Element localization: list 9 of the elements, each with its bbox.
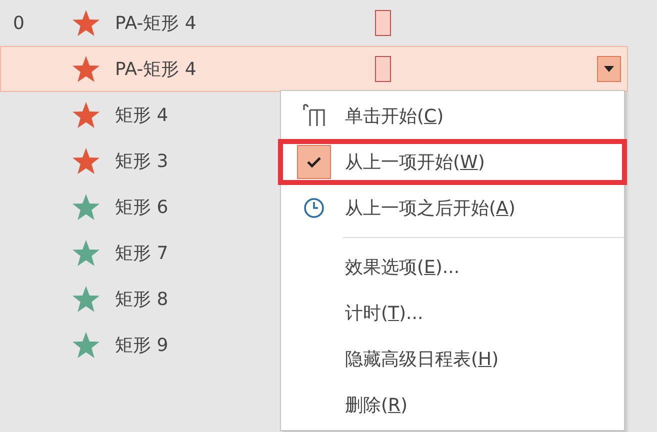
effect-name: 矩形 9 (115, 334, 168, 357)
effect-number: 0 (12, 12, 26, 34)
effect-name: 矩形 4 (115, 104, 168, 127)
effect-name: 矩形 8 (115, 288, 168, 311)
effect-name: 矩形 7 (115, 242, 168, 265)
effect-name: PA-矩形 4 (115, 12, 196, 35)
effect-name: 矩形 3 (115, 150, 168, 173)
effect-name: PA-矩形 4 (115, 58, 196, 81)
effect-name: 矩形 6 (115, 196, 168, 219)
